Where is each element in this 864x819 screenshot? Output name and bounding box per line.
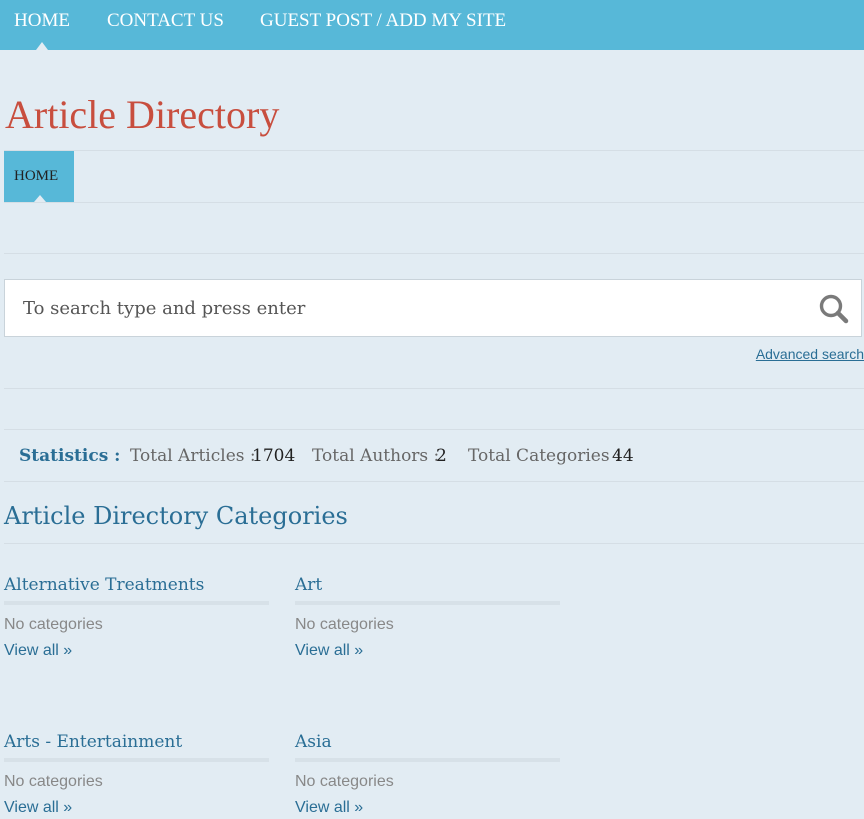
divider [4,202,864,203]
subnav-home-tab[interactable]: HOME [4,151,74,202]
total-categories-value: 44 [612,446,634,466]
category-card: Arts - Entertainment No categories View … [4,731,269,818]
category-subcategories-text: No categories [4,616,103,633]
category-divider [4,758,269,762]
total-categories-label: Total Categories : [468,446,621,466]
category-card: Alternative Treatments No categories Vie… [4,574,269,661]
view-all-link[interactable]: View all » [4,798,269,818]
category-title-link[interactable]: Asia [295,731,560,753]
categories-heading: Article Directory Categories [4,502,348,530]
total-authors-label: Total Authors : [312,446,440,466]
view-all-link[interactable]: View all » [295,641,560,661]
search-icon[interactable] [817,292,851,326]
nav-home-link[interactable]: HOME [14,10,70,32]
top-navigation: HOME CONTACT US GUEST POST / ADD MY SITE [0,0,864,50]
search-input[interactable] [5,280,785,336]
search-form [4,279,862,337]
total-articles-value: 1704 [252,446,296,466]
category-title-link[interactable]: Alternative Treatments [4,574,269,596]
category-subcategories-text: No categories [295,616,394,633]
category-divider [295,758,560,762]
subnav-home-label: HOME [14,168,59,184]
category-title-link[interactable]: Arts - Entertainment [4,731,269,753]
active-nav-indicator [36,42,48,50]
divider [4,543,864,544]
view-all-link[interactable]: View all » [4,641,269,661]
category-divider [4,601,269,605]
site-title[interactable]: Article Directory [5,92,279,138]
divider [4,253,864,254]
total-authors-value: 2 [436,446,447,466]
nav-guest-post-link[interactable]: GUEST POST / ADD MY SITE [260,10,506,32]
total-articles-label: Total Articles : [130,446,256,466]
divider [4,150,864,151]
view-all-link[interactable]: View all » [295,798,560,818]
advanced-search-link[interactable]: Advanced search [756,346,864,362]
statistics-bar: Statistics : Total Articles : 1704 Total… [4,429,864,482]
category-subcategories-text: No categories [4,773,103,790]
nav-contact-us-link[interactable]: CONTACT US [107,10,224,32]
category-title-link[interactable]: Art [295,574,560,596]
statistics-label: Statistics : [19,446,121,466]
category-divider [295,601,560,605]
divider [4,388,864,389]
category-card: Art No categories View all » [295,574,560,661]
category-card: Asia No categories View all » [295,731,560,818]
category-subcategories-text: No categories [295,773,394,790]
active-tab-indicator [34,195,46,202]
